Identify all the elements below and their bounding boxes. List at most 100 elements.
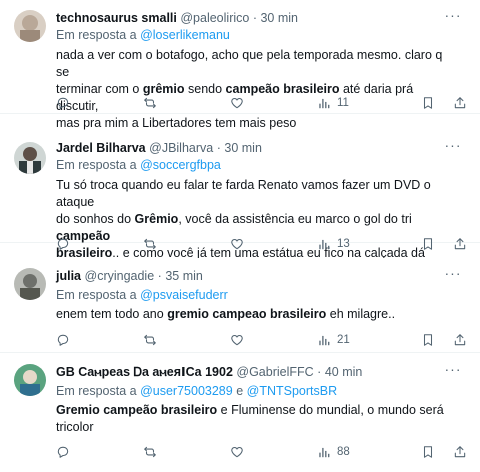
handle[interactable]: @JBilharva [149,141,213,155]
reply-icon [56,237,70,251]
action-bar: 21 [56,332,466,348]
more-icon[interactable]: ··· [442,136,464,156]
views-icon [317,237,331,251]
bookmark-icon [421,445,435,459]
share-button[interactable] [453,236,467,252]
timestamp[interactable]: 30 min [224,141,262,155]
views-button[interactable]: 11 [317,95,349,111]
display-name[interactable]: technosaurus smalli [56,11,177,25]
more-icon[interactable]: ··· [442,6,464,26]
bold-text: Gremio campeão brasileiro [56,403,218,417]
tweet[interactable]: GB Ϲаⲙреаѕ Ꭰа аⲙеяⅠϹа 1902 @GabrielFFC ·… [0,354,480,472]
text: sendo [184,82,226,96]
bold-text: grêmio [142,82,185,96]
views-button[interactable]: 13 [317,236,350,252]
like-button[interactable] [230,332,244,348]
retweet-icon [143,445,157,459]
more-icon[interactable]: ··· [442,360,464,380]
like-icon [230,445,244,459]
more-icon[interactable]: ··· [442,264,464,284]
bookmark-button[interactable] [421,95,435,111]
text-line: Gremio campeão brasileiro e Fluminense d… [56,402,456,419]
display-name[interactable]: Jardel Bilharva [56,141,146,155]
retweet-button[interactable] [143,236,157,252]
reply-context: Em resposta a @loserlikemanu [56,27,230,43]
display-name[interactable]: julia [56,269,81,283]
views-icon [317,445,331,459]
reply-joiner: e [236,384,244,398]
retweet-icon [143,333,157,347]
like-button[interactable] [230,236,244,252]
tweet[interactable]: julia @cryingadie · 35 min ··· Em respos… [0,258,480,353]
reply-button[interactable] [56,236,70,252]
handle[interactable]: @paleolirico [180,11,249,25]
bold-text: gremio campeao brasileiro [167,307,327,321]
text: e Fluminense do mundial, o mundo será [217,403,444,417]
bookmark-button[interactable] [421,332,435,348]
share-button[interactable] [453,444,467,460]
reply-mention[interactable]: @user75003289 [140,384,233,398]
like-icon [230,237,244,251]
retweet-button[interactable] [143,95,157,111]
views-button[interactable]: 21 [317,332,350,348]
action-bar: 88 [56,444,466,460]
reply-icon [56,96,70,110]
views-icon [317,333,331,347]
text-line: Tu só troca quando eu falar te farda Ren… [56,177,456,211]
action-bar: 13 [56,236,466,252]
tweet-header: Jardel Bilharva @JBilharva · 30 min [56,140,444,156]
retweet-icon [143,96,157,110]
views-button[interactable]: 88 [317,444,350,460]
timestamp[interactable]: 40 min [325,365,363,379]
reply-icon [56,445,70,459]
display-name[interactable]: GB Ϲаⲙреаѕ Ꭰа аⲙеяⅠϹа 1902 [56,365,233,379]
separator: · [317,365,322,379]
bookmark-button[interactable] [421,444,435,460]
share-icon [453,445,467,459]
reply-mention[interactable]: @psvaisefuderr [140,288,228,302]
reply-mention[interactable]: @loserlikemanu [140,28,230,42]
reply-context: Em resposta a @user75003289 e @TNTSports… [56,383,337,399]
views-icon [317,96,331,110]
handle[interactable]: @cryingadie [85,269,155,283]
retweet-button[interactable] [143,444,157,460]
bookmark-icon [421,96,435,110]
like-button[interactable] [230,95,244,111]
tweet-text: nada a ver com o botafogo, acho que pela… [56,47,456,132]
avatar[interactable] [14,268,46,300]
reply-button[interactable] [56,95,70,111]
reply-mention[interactable]: @TNTSportsBR [247,384,337,398]
reply-button[interactable] [56,332,70,348]
text: terminar com o [56,82,143,96]
views-count: 88 [337,446,350,458]
separator: · [216,141,221,155]
text: mas pra mim a Libertadores tem mais peso [56,116,297,130]
timestamp[interactable]: 30 min [260,11,298,25]
text: enem tem todo ano [56,307,168,321]
retweet-icon [143,237,157,251]
reply-context: Em resposta a @soccergfbpa [56,157,221,173]
tweet-header: julia @cryingadie · 35 min [56,268,444,284]
views-count: 21 [337,334,350,346]
avatar[interactable] [14,10,46,42]
text: , você da assistência eu marco o gol do … [178,212,412,226]
avatar[interactable] [14,364,46,396]
like-button[interactable] [230,444,244,460]
reply-button[interactable] [56,444,70,460]
avatar[interactable] [14,142,46,174]
share-button[interactable] [453,95,467,111]
tweet-text: Gremio campeão brasileiro e Fluminense d… [56,402,456,436]
share-button[interactable] [453,332,467,348]
handle[interactable]: @GabrielFFC [236,365,313,379]
tweet[interactable]: Jardel Bilharva @JBilharva · 30 min ··· … [0,130,480,277]
reply-context: Em resposta a @psvaisefuderr [56,287,228,303]
separator: · [157,269,162,283]
like-icon [230,96,244,110]
bookmark-button[interactable] [421,236,435,252]
text-line: nada a ver com o botafogo, acho que pela… [56,47,456,81]
retweet-button[interactable] [143,332,157,348]
text: eh milagre.. [326,307,396,321]
reply-mention[interactable]: @soccergfbpa [140,158,221,172]
tweet[interactable]: technosaurus smalli @paleolirico · 30 mi… [0,0,480,130]
timestamp[interactable]: 35 min [165,269,203,283]
